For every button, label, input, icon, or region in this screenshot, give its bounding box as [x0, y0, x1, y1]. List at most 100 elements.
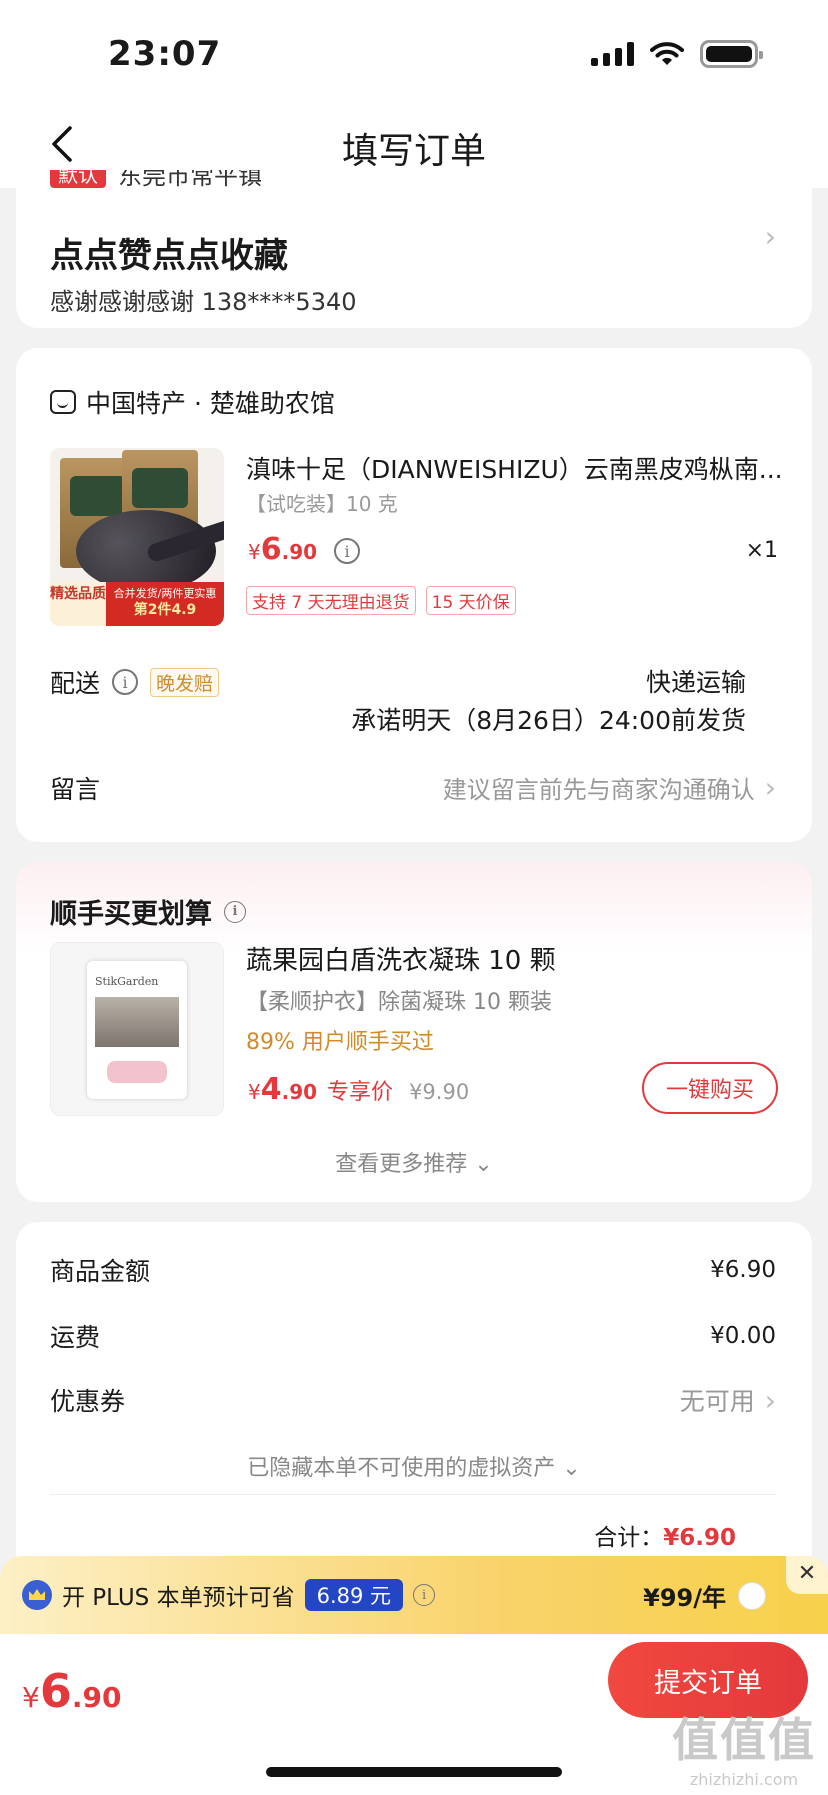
product-quantity: ×1 [745, 538, 778, 563]
chevron-right-icon: › [764, 220, 776, 253]
bottom-action-bar: ¥ 6 .90 提交订单 值值值 zhizhizhi.com [0, 1634, 828, 1795]
plus-save-amount: 6.89 元 [304, 1579, 404, 1611]
goods-amount-value: ¥6.90 [710, 1257, 776, 1283]
delivery-method: 快递运输 [645, 668, 746, 697]
coupon-row[interactable]: 优惠券 无可用 › [50, 1382, 776, 1418]
watermark-url: zhizhizhi.com [689, 1770, 799, 1789]
address-region-row: 默认 东莞市常平镇 [50, 170, 262, 191]
home-indicator [266, 1767, 562, 1777]
goods-amount-label: 商品金额 [50, 1257, 151, 1286]
delivery-promise: 承诺明天（8月26日）24:00前发货 [351, 706, 746, 735]
delivery-info: 快递运输 承诺明天（8月26日）24:00前发货 [351, 664, 746, 740]
plus-promo-bar[interactable]: 开 PLUS 本单预计可省 6.89 元 i ¥99/年 ✕ [0, 1556, 828, 1634]
message-field[interactable]: 建议留言前先与商家沟通确认 › [443, 770, 776, 805]
quality-badge: 精选品质 [50, 582, 106, 626]
address-detail: 点点赞点点收藏 [50, 236, 288, 276]
pack-pods [107, 1061, 167, 1083]
recommend-price: ¥ 4 .90 [248, 1072, 317, 1107]
divider [50, 1494, 776, 1495]
pack-brand: StikGarden [95, 975, 159, 988]
recommend-product-image[interactable]: StikGarden [50, 942, 224, 1116]
watermark: 值值值 zhizhizhi.com [672, 1704, 816, 1789]
plus-radio[interactable] [738, 1582, 766, 1610]
total-label: 合计： [594, 1525, 664, 1551]
status-icons [591, 40, 763, 68]
crown-icon [22, 1580, 52, 1610]
price-integer: 6 [39, 1664, 72, 1718]
price-currency: ¥ [248, 1080, 261, 1104]
wifi-icon [650, 42, 684, 65]
address-contact: 感谢感谢感谢 138****5340 [50, 288, 357, 316]
shop-row[interactable]: 中国特产 · 楚雄助农馆 [50, 384, 335, 420]
delivery-label: 配送 [50, 669, 101, 698]
price-currency: ¥ [248, 540, 261, 564]
product-price: ¥ 6 .90 [248, 532, 317, 567]
order-card: 中国特产 · 楚雄助农馆 精选品质 合并发货/两件更实惠 第2件4.9 滇味十足… [16, 348, 812, 842]
chevron-right-icon: › [764, 771, 776, 804]
price-decimal: .90 [281, 1080, 318, 1104]
detergent-pack-graphic: StikGarden [87, 961, 187, 1099]
price-decimal: .90 [281, 540, 318, 564]
price-summary-card: 商品金额 ¥6.90 运费 ¥0.00 优惠券 无可用 › 已隐藏本单不可使用的… [16, 1222, 812, 1562]
service-tags: 支持 7 天无理由退货 15 天价保 [246, 586, 516, 615]
shipping-label: 运费 [50, 1323, 101, 1352]
coupon-value: 无可用 [679, 1387, 755, 1416]
recommend-users-stat: 89% 用户顺手买过 [246, 1030, 434, 1055]
one-click-buy-button[interactable]: 一键购买 [642, 1062, 778, 1114]
late-compensation-tag: 晚发赔 [150, 667, 220, 697]
product-mushroom-graphic [76, 510, 216, 592]
plus-promo-label: 开 PLUS 本单预计可省 [62, 1585, 295, 1611]
plus-price: ¥99/年 [643, 1584, 726, 1612]
price-currency: ¥ [22, 1681, 40, 1714]
close-icon[interactable]: ✕ [786, 1556, 828, 1594]
message-label: 留言 [50, 775, 101, 804]
address-region: 东莞市常平镇 [118, 170, 262, 190]
original-price: ¥9.90 [409, 1080, 470, 1104]
product-title[interactable]: 滇味十足（DIANWEISHIZU）云南黑皮鸡枞南... [246, 450, 786, 486]
more-recommendations-link[interactable]: 查看更多推荐 ⌄ [16, 1146, 812, 1178]
recommend-product-subtitle: 【柔顺护衣】除菌凝珠 10 颗装 [246, 990, 552, 1015]
recommend-price-row: ¥ 4 .90 专享价 ¥9.90 [248, 1072, 469, 1107]
coupon-label: 优惠券 [50, 1387, 126, 1416]
recommendation-card: 顺手买更划算 i StikGarden 蔬果园白盾洗衣凝珠 10 颗 【柔顺护衣… [16, 862, 812, 1202]
service-tag: 15 天价保 [425, 586, 516, 615]
service-tag: 支持 7 天无理由退货 [246, 586, 416, 615]
promo-badge-top: 合并发货/两件更实惠 [113, 587, 217, 600]
product-image[interactable]: 精选品质 合并发货/两件更实惠 第2件4.9 [50, 448, 224, 626]
promo-badge: 合并发货/两件更实惠 第2件4.9 [106, 582, 224, 626]
delivery-label-row: 配送 i 晚发赔 [50, 664, 220, 700]
page-title: 填写订单 [341, 131, 486, 172]
product-spec: 【试吃装】10 克 [246, 492, 398, 516]
info-icon[interactable]: i [413, 1584, 436, 1606]
hidden-assets-toggle[interactable]: 已隐藏本单不可使用的虚拟资产 ⌄ [16, 1450, 812, 1482]
pack-photo [95, 997, 179, 1047]
price-integer: 4 [260, 1072, 282, 1107]
shipping-row: 运费 ¥0.00 [50, 1318, 776, 1354]
plus-promo-text: 开 PLUS 本单预计可省 6.89 元 i [62, 1578, 436, 1612]
goods-amount-row: 商品金额 ¥6.90 [50, 1252, 776, 1288]
info-icon[interactable]: i [112, 669, 139, 695]
battery-icon [700, 40, 763, 68]
promo-badge-bottom: 第2件4.9 [133, 602, 197, 618]
bottom-total-price: ¥ 6 .90 [22, 1664, 121, 1718]
recommendation-title: 顺手买更划算 [50, 899, 212, 930]
exclusive-price-label: 专享价 [327, 1080, 394, 1105]
chevron-right-icon: › [764, 1383, 776, 1417]
message-hint: 建议留言前先与商家沟通确认 [442, 776, 755, 804]
total-value: ¥6.90 [663, 1525, 736, 1551]
cellular-signal-icon [591, 42, 634, 66]
recommendation-title-row: 顺手买更划算 i [50, 892, 246, 931]
shop-icon [50, 390, 76, 414]
shop-name: 中国特产 · 楚雄助农馆 [86, 389, 335, 418]
status-time: 23:07 [108, 34, 222, 74]
info-icon[interactable]: i [334, 538, 360, 564]
shipping-value: ¥0.00 [710, 1323, 776, 1349]
address-card[interactable]: 默认 东莞市常平镇 点点赞点点收藏 感谢感谢感谢 138****5340 › [16, 170, 812, 328]
recommend-product-name[interactable]: 蔬果园白盾洗衣凝珠 10 颗 [246, 940, 556, 977]
default-address-tag: 默认 [50, 170, 106, 188]
price-decimal: .90 [71, 1681, 122, 1714]
info-icon[interactable]: i [224, 900, 246, 923]
status-bar: 23:07 [0, 0, 828, 100]
watermark-logo: 值值值 [672, 1713, 816, 1767]
total-row: 合计：¥6.90 [594, 1518, 736, 1552]
